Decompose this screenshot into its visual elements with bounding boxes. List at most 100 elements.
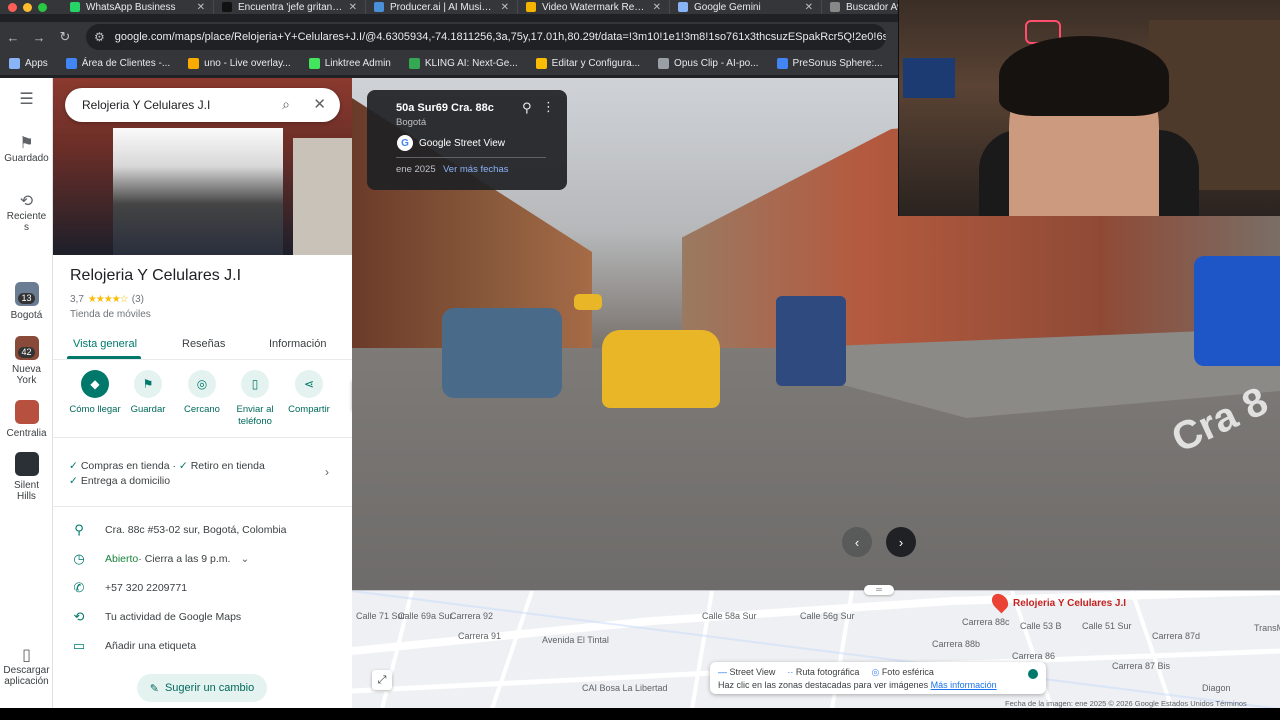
reload-icon[interactable]: ↻ [52,29,78,45]
zoom-window-button[interactable] [38,2,47,12]
menu-button[interactable]: ☰ [0,92,53,109]
favicon-icon [830,2,840,12]
browser-tab[interactable]: Google Gemini ✕ [670,0,822,14]
bookmark-item[interactable]: Editar y Configura... [527,58,649,69]
close-tab-icon[interactable]: ✕ [501,2,509,13]
rating-row[interactable]: 3,7 ★★★★☆ (3) [70,294,144,305]
bookmark-favicon-icon [188,58,200,69]
action-buttons: ◆ Cómo llegar ⚑ Guardar ◎ Cercano ▯ Enviar a… [53,370,352,430]
bookmark-item[interactable]: Linktree Admin [300,58,400,69]
suggest-label: Sugerir un cambio [164,682,255,694]
tab-reviews[interactable]: Reseñas [182,338,225,350]
minimize-window-button[interactable] [23,2,32,12]
close-icon[interactable]: ✕ [313,95,326,113]
add-label-text: Añadir una etiqueta [105,640,197,652]
recent-place-item[interactable]: Centralia [0,400,53,439]
suggest-edit-button[interactable]: ✎ Sugerir un cambio [137,674,267,702]
download-app-button[interactable]: ▯ Descargar aplicación [0,648,53,688]
close-tab-icon[interactable]: ✕ [349,2,357,13]
place-title: Relojeria Y Celulares J.I [70,267,242,284]
save-button[interactable]: ⚑ Guardar [118,370,178,416]
browser-tab[interactable]: WhatsApp Business ✕ [62,0,214,14]
open-status: Abierto [105,553,139,565]
back-icon[interactable]: ← [0,30,26,45]
close-window-button[interactable] [8,2,17,12]
tab-info[interactable]: Información [269,338,326,350]
close-tab-icon[interactable]: ✕ [197,2,205,13]
place-category[interactable]: Tienda de móviles [70,309,151,320]
service-pickup: Retiro en tienda [190,460,265,472]
more-dates-link[interactable]: Ver más fechas [443,164,508,175]
map-street-label: CAI Bosa La Libertad [582,683,668,693]
nearby-icon: ◎ [188,370,216,398]
bookmark-favicon-icon [776,58,788,69]
chevron-right-icon: › [325,465,329,479]
search-input[interactable]: Relojeria Y Celulares J.I ⌕ ✕ [65,88,340,122]
nearby-button[interactable]: ◎ Cercano [172,370,232,416]
bookmark-item[interactable]: uno - Live overlay... [179,58,300,69]
favicon-icon [678,2,688,12]
next-arrow-icon[interactable]: › [886,527,916,557]
tab-title: Encuentra 'jefe gritando [238,1,343,13]
phone-row[interactable]: ✆ +57 320 2209771 [53,577,352,599]
address-text: Cra. 88c #53-02 sur, Bogotá, Colombia [105,524,287,536]
recent-place-item[interactable]: 42 Nueva York [0,336,53,386]
place-thumbnail [14,400,39,424]
previous-arrow-icon[interactable]: ‹ [842,527,872,557]
star-icons: ★★★★☆ [87,294,129,305]
divider [396,157,546,158]
more-options-icon[interactable]: ⋮ [542,99,555,115]
close-tab-icon[interactable]: ✕ [653,2,661,13]
label-row[interactable]: ▭ Añadir una etiqueta [53,635,352,657]
services-summary[interactable]: ✓ Compras en tienda · ✓ Retiro en tienda ✓… [69,459,329,489]
expand-map-icon[interactable]: ⤢ [372,670,392,690]
recent-button[interactable]: ⟲ Reciente s [0,194,53,234]
close-tab-icon[interactable]: ✕ [805,2,813,13]
address-bar[interactable]: ⚙ google.com/maps/place/Relojeria+Y+Celu… [86,24,886,50]
more-info-link[interactable]: Más información [931,680,997,690]
share-button[interactable]: ⋖ Compartir [279,370,339,416]
forward-icon[interactable]: → [26,30,52,45]
saved-label: Guardado [4,153,49,164]
browser-tab[interactable]: Producer.ai | AI Music A ✕ [366,0,518,14]
search-icon[interactable]: ⌕ [282,96,290,113]
recent-place-label: Bogotá [10,310,43,321]
directions-icon: ◆ [81,370,109,398]
bookmark-icon: ⚑ [19,135,34,152]
recent-place-item[interactable]: Silent Hills [0,452,53,502]
bookmark-item[interactable]: PreSonus Sphere:... [768,58,892,69]
location-pin-icon[interactable]: ⚲ [522,100,532,116]
taxi [574,294,602,310]
bookmark-item[interactable]: KLING AI: Next-Ge... [400,58,527,69]
map-street-label: Diagon [1202,683,1231,693]
hours-row[interactable]: ◷ Abierto · Cierra a las 9 p.m. ⌄ [53,548,352,570]
tab-overview[interactable]: Vista general [73,338,137,350]
map-place-label[interactable]: Relojeria Y Celulares J.I [1013,598,1126,609]
bookmark-icon: ⚑ [134,370,162,398]
activity-row[interactable]: ⟲ Tu actividad de Google Maps [53,606,352,628]
bookmark-item[interactable]: Apps [0,58,57,69]
legend-sphere-label: Foto esférica [881,667,934,677]
layer-toggle[interactable] [1028,669,1038,679]
browser-tab[interactable]: Video Watermark Remo ✕ [518,0,670,14]
recent-place-item[interactable]: 13 Bogotá [0,282,53,321]
bookmark-item[interactable]: Opus Clip - AI-po... [649,58,767,69]
line-icon: — [718,667,727,677]
street-view-legend: — Street View ·· Ruta fotográfica ◎ Foto… [710,662,1046,694]
bus [1194,256,1280,366]
site-info-icon[interactable]: ⚙ [94,30,105,44]
address-row[interactable]: ⚲ Cra. 88c #53-02 sur, Bogotá, Colombia [53,519,352,541]
saved-button[interactable]: ⚑ Guardado [0,135,53,165]
map-street-label: Carrera 87 Bis [1112,661,1171,671]
legend-street-view-label: Street View [729,667,776,677]
recent-label: Reciente s [6,211,47,233]
activity-text: Tu actividad de Google Maps [105,611,242,623]
send-to-phone-button[interactable]: ▯ Enviar al teléfono [225,370,285,428]
bookmark-item[interactable]: Área de Clientes -... [57,58,179,69]
map-street-label: Carrera 86 [1012,651,1056,661]
chevron-down-icon: ⌄ [240,553,250,565]
browser-tab[interactable]: Encuentra 'jefe gritando ✕ [214,0,366,14]
directions-button[interactable]: ◆ Cómo llegar [65,370,125,416]
map-attribution: Fecha de la imagen: ene 2025 © 2026 Goog… [1005,699,1247,708]
resize-handle[interactable]: ═ [864,585,894,595]
